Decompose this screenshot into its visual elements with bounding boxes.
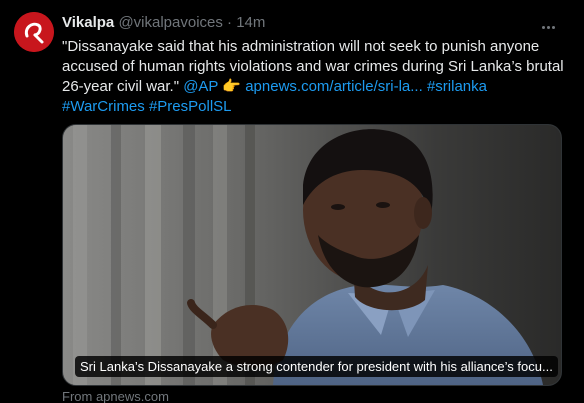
article-photo (63, 125, 561, 385)
avatar[interactable] (14, 12, 54, 52)
hashtag-srilanka[interactable]: #srilanka (427, 78, 487, 95)
pointing-hand-emoji-icon: 👉 (222, 78, 242, 95)
link-preview-card[interactable]: Sri Lanka’s Dissanayake a strong contend… (62, 124, 562, 386)
separator-dot: · (227, 14, 233, 31)
article-link[interactable]: apnews.com/article/sri-la... (245, 78, 423, 95)
tweet[interactable]: Vikalpa @vikalpavoices · 14m "Dissanayak… (0, 0, 584, 403)
tweet-header: Vikalpa @vikalpavoices · 14m (62, 14, 265, 32)
card-caption: Sri Lanka’s Dissanayake a strong contend… (75, 356, 558, 377)
author-name[interactable]: Vikalpa (62, 14, 114, 31)
hashtag-prespollsl[interactable]: #PresPollSL (149, 98, 232, 115)
more-horizontal-icon[interactable] (542, 14, 562, 30)
vikalpa-logo-icon (14, 12, 54, 52)
hashtag-warcrimes[interactable]: #WarCrimes (62, 98, 145, 115)
author-handle[interactable]: @vikalpavoices (118, 14, 222, 31)
timestamp[interactable]: 14m (236, 14, 265, 31)
tweet-text: "Dissanayake said that his administratio… (62, 37, 572, 117)
mention-link[interactable]: @AP (183, 78, 218, 95)
card-source[interactable]: From apnews.com (62, 389, 169, 403)
